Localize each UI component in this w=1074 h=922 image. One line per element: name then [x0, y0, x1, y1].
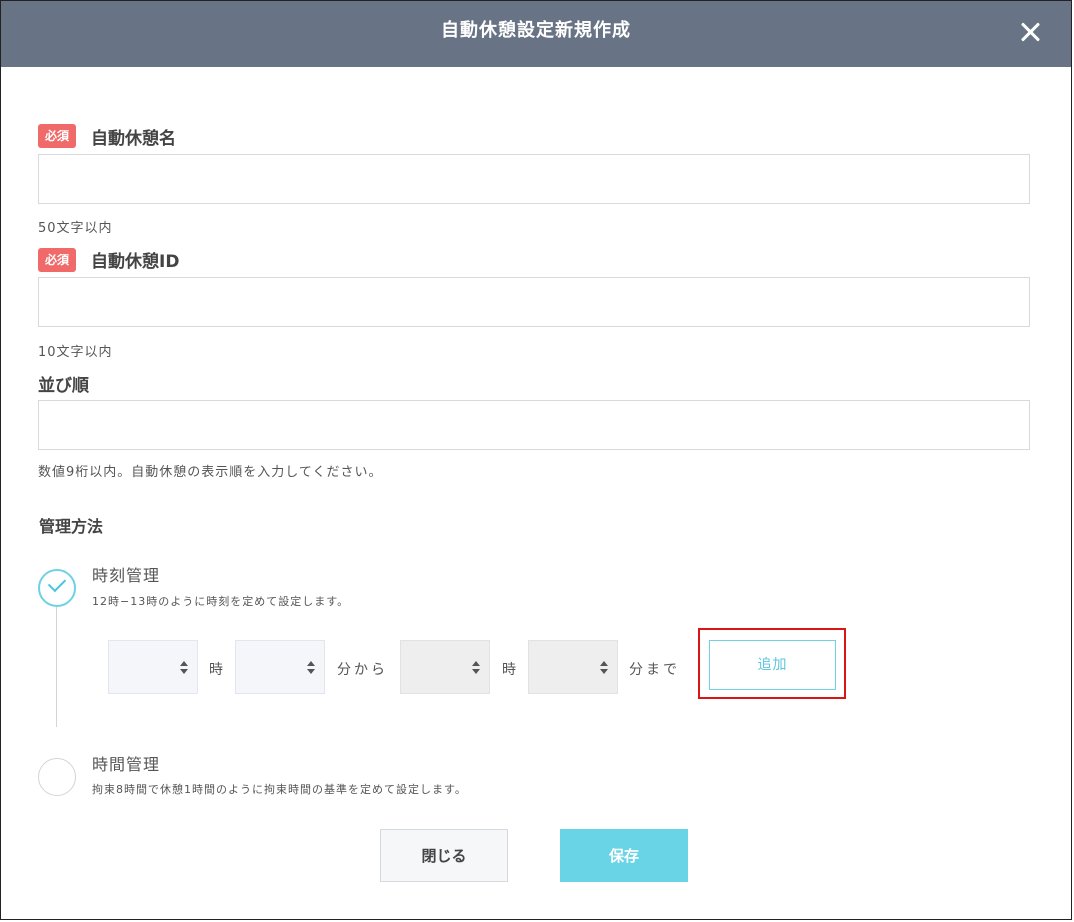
field-label-name: 自動休憩名 — [91, 129, 176, 149]
required-badge: 必須 — [38, 248, 76, 272]
select-arrows-icon — [180, 661, 188, 675]
unit-minute-from: 分から — [337, 662, 388, 678]
check-icon — [47, 573, 67, 593]
close-icon[interactable] — [1015, 17, 1045, 47]
dialog-header: 自動休憩設定新規作成 — [1, 1, 1071, 67]
radio-duration[interactable] — [38, 758, 76, 796]
unit-hour: 時 — [209, 662, 226, 678]
management-title: 管理方法 — [39, 517, 104, 536]
unit-hour-2: 時 — [502, 662, 519, 678]
to-hour-select[interactable] — [400, 640, 490, 694]
unit-minute-to: 分まで — [629, 662, 680, 678]
order-input[interactable] — [38, 400, 1030, 450]
dialog: 自動休憩設定新規作成 必須 自動休憩名 50文字以内 必須 自動休憩ID 10文… — [0, 0, 1072, 920]
order-help: 数値9桁以内。自動休憩の表示順を入力してください。 — [38, 465, 383, 480]
option-connector-line — [56, 607, 57, 727]
select-arrows-icon — [472, 661, 480, 675]
name-input[interactable] — [38, 154, 1030, 204]
field-label-order: 並び順 — [38, 376, 89, 396]
id-input[interactable] — [38, 277, 1030, 327]
id-help: 10文字以内 — [38, 345, 113, 360]
to-minute-select[interactable] — [528, 640, 618, 694]
from-minute-select[interactable] — [235, 640, 325, 694]
close-button[interactable]: 閉じる — [380, 829, 508, 882]
radio-time-of-day[interactable] — [38, 569, 76, 607]
required-badge: 必須 — [38, 124, 76, 148]
add-button[interactable]: 追加 — [709, 640, 836, 690]
name-help: 50文字以内 — [38, 221, 113, 236]
select-arrows-icon — [307, 661, 315, 675]
field-label-id: 自動休憩ID — [91, 252, 180, 272]
from-hour-select[interactable] — [108, 640, 198, 694]
save-button[interactable]: 保存 — [560, 829, 688, 882]
select-arrows-icon — [600, 661, 608, 675]
option-duration-label: 時間管理 — [92, 755, 161, 774]
option-time-of-day-label: 時刻管理 — [92, 566, 161, 585]
dialog-title: 自動休憩設定新規作成 — [441, 20, 631, 41]
option-time-of-day-desc: 12時−13時のように時刻を定めて設定します。 — [92, 595, 350, 608]
option-duration-desc: 拘束8時間で休憩1時間のように拘束時間の基準を定めて設定します。 — [92, 783, 467, 796]
